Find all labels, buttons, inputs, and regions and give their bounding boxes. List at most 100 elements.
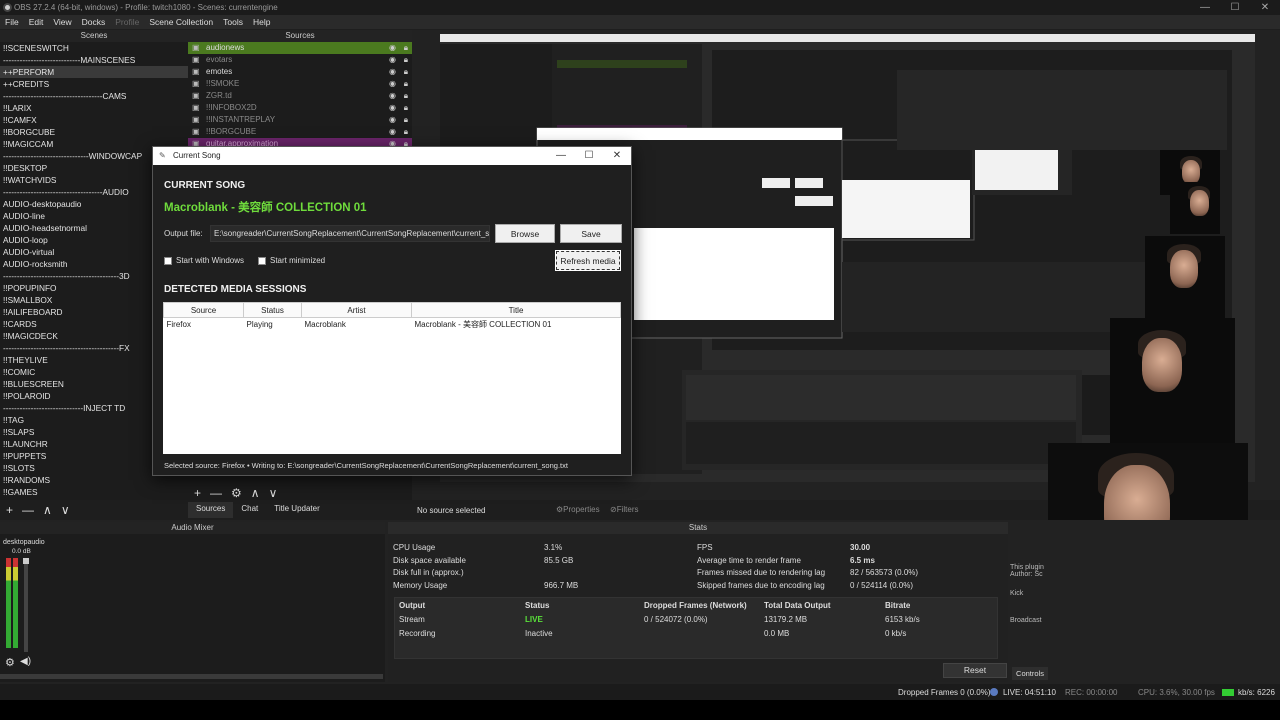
cpu-fps: CPU: 3.6%, 30.00 fps (1138, 688, 1215, 697)
table-row[interactable]: Firefox Playing Macroblank Macroblank - … (164, 318, 621, 331)
output-cell: 0.0 MB (764, 629, 790, 638)
eye-icon[interactable]: ◉ (389, 66, 396, 78)
reset-stats-button[interactable]: Reset (943, 663, 1007, 678)
scene-item[interactable]: !!BORGCUBE (0, 126, 188, 138)
menu-edit[interactable]: Edit (24, 17, 49, 27)
mixer-scrollbar[interactable] (0, 674, 383, 679)
source-settings-gear-icon[interactable]: ⚙ (231, 486, 242, 500)
no-source-label: No source selected (417, 506, 486, 515)
move-source-down-button[interactable]: ∨ (269, 486, 278, 500)
output-file-input[interactable]: E:\songreader\CurrentSongReplacement\Cur… (210, 225, 490, 242)
add-scene-button[interactable]: + (6, 503, 13, 517)
eye-icon[interactable]: ◉ (389, 126, 396, 138)
move-scene-up-button[interactable]: ∧ (43, 503, 52, 517)
output-column-header: Dropped Frames (Network) (644, 601, 747, 610)
menu-bar: File Edit View Docks Profile Scene Colle… (0, 15, 1280, 29)
menu-file[interactable]: File (0, 17, 24, 27)
scene-item[interactable]: ++PERFORM (0, 66, 188, 78)
output-column-header: Bitrate (885, 601, 911, 610)
menu-tools[interactable]: Tools (218, 17, 248, 27)
col-artist[interactable]: Artist (301, 302, 412, 318)
speaker-icon[interactable]: ◀) (20, 656, 31, 667)
tab-controls[interactable]: Controls (1012, 667, 1048, 680)
source-item[interactable]: ▣ emotes ◉ 🔒︎ (188, 66, 412, 78)
lock-icon[interactable]: 🔒︎ (404, 42, 408, 54)
scene-item[interactable]: !!CAMFX (0, 114, 188, 126)
add-source-button[interactable]: + (194, 486, 201, 500)
scene-item[interactable]: !!GAMES (0, 486, 188, 498)
eye-icon[interactable]: ◉ (389, 102, 396, 114)
source-type-icon: ▣ (192, 79, 200, 88)
maximize-button[interactable]: ☐ (1220, 0, 1250, 15)
output-file-label: Output file: (164, 229, 203, 238)
volume-slider[interactable] (24, 558, 28, 652)
stat-label: FPS (697, 543, 713, 552)
source-item[interactable]: ▣ !!BORGCUBE ◉ 🔒︎ (188, 126, 412, 138)
eye-icon[interactable]: ◉ (389, 54, 396, 66)
browse-button[interactable]: Browse (495, 224, 555, 243)
source-item[interactable]: ▣ audionews ◉ 🔒︎ (188, 42, 412, 54)
close-button[interactable]: ✕ (1250, 0, 1280, 15)
eye-icon[interactable]: ◉ (389, 42, 396, 54)
lock-icon[interactable]: 🔒︎ (404, 114, 408, 126)
source-item[interactable]: ▣ ZGR.td ◉ 🔒︎ (188, 90, 412, 102)
menu-docks[interactable]: Docks (77, 17, 111, 27)
stat-row: Average time to render frame 6.5 ms (697, 556, 997, 569)
lock-icon[interactable]: 🔒︎ (404, 102, 408, 114)
source-label: audionews (206, 43, 245, 52)
stream-status-icon (990, 688, 998, 696)
move-source-up-button[interactable]: ∧ (251, 486, 260, 500)
source-item[interactable]: ▣ !!INFOBOX2D ◉ 🔒︎ (188, 102, 412, 114)
scene-item[interactable]: !!SCENESWITCH (0, 42, 188, 54)
eye-icon[interactable]: ◉ (389, 90, 396, 102)
dialog-close-button[interactable]: ✕ (603, 147, 631, 165)
dialog-minimize-button[interactable]: — (547, 147, 575, 165)
stat-label: Frames missed due to rendering lag (697, 568, 826, 577)
scene-item[interactable]: ------------------------------------CAMS (0, 90, 188, 102)
remove-scene-button[interactable]: — (22, 503, 34, 517)
scene-item[interactable]: !!LARIX (0, 102, 188, 114)
start-minimized-checkbox[interactable] (258, 256, 266, 265)
save-button[interactable]: Save (560, 224, 622, 243)
lock-icon[interactable]: 🔒︎ (404, 78, 408, 90)
eye-icon[interactable]: ◉ (389, 114, 396, 126)
lock-icon[interactable]: 🔒︎ (404, 66, 408, 78)
stat-row: Skipped frames due to encoding lag 0 / 52… (697, 581, 997, 594)
col-title[interactable]: Title (411, 302, 621, 318)
audio-level: 0.0 dB (12, 548, 31, 555)
scene-item[interactable]: ++CREDITS (0, 78, 188, 90)
lock-icon[interactable]: 🔒︎ (404, 126, 408, 138)
dialog-maximize-button[interactable]: ☐ (575, 147, 603, 165)
stat-row: Memory Usage 966.7 MB (393, 581, 673, 594)
minimize-button[interactable]: — (1190, 0, 1220, 15)
col-status[interactable]: Status (243, 302, 302, 318)
lock-icon[interactable]: 🔒︎ (404, 54, 408, 66)
filters-button[interactable]: ⊘Filters (610, 505, 638, 514)
scene-item[interactable]: ----------------------------MAINSCENES (0, 54, 188, 66)
properties-button[interactable]: ⚙Properties (556, 505, 600, 514)
source-item[interactable]: ▣ !!SMOKE ◉ 🔒︎ (188, 78, 412, 90)
eye-icon[interactable]: ◉ (389, 78, 396, 90)
source-item[interactable]: ▣ evotars ◉ 🔒︎ (188, 54, 412, 66)
menu-help[interactable]: Help (248, 17, 275, 27)
stat-row: Disk full in (approx.) (393, 568, 673, 581)
tab-title-updater[interactable]: Title Updater (266, 502, 328, 518)
lock-icon[interactable]: 🔒︎ (404, 90, 408, 102)
menu-view[interactable]: View (48, 17, 76, 27)
stat-value: 966.7 MB (544, 580, 579, 590)
menu-scene-collection[interactable]: Scene Collection (144, 17, 218, 27)
remove-source-button[interactable]: — (210, 486, 222, 500)
refresh-media-button[interactable]: Refresh media (555, 250, 621, 271)
start-with-windows-checkbox[interactable] (164, 256, 172, 265)
dock-tabs: Sources Chat Title Updater (188, 502, 328, 518)
stats-dock: Stats CPU Usage 3.1% Disk space available 8… (388, 522, 1008, 682)
tab-chat[interactable]: Chat (233, 502, 266, 518)
source-item[interactable]: ▣ !!INSTANTREPLAY ◉ 🔒︎ (188, 114, 412, 126)
current-song-heading: CURRENT SONG (164, 180, 246, 191)
col-source[interactable]: Source (163, 302, 244, 318)
tab-sources[interactable]: Sources (188, 502, 234, 518)
gear-icon[interactable]: ⚙ (5, 656, 15, 669)
volume-slider-handle[interactable] (23, 558, 29, 564)
move-scene-down-button[interactable]: ∨ (61, 503, 70, 517)
menu-profile[interactable]: Profile (110, 17, 144, 27)
